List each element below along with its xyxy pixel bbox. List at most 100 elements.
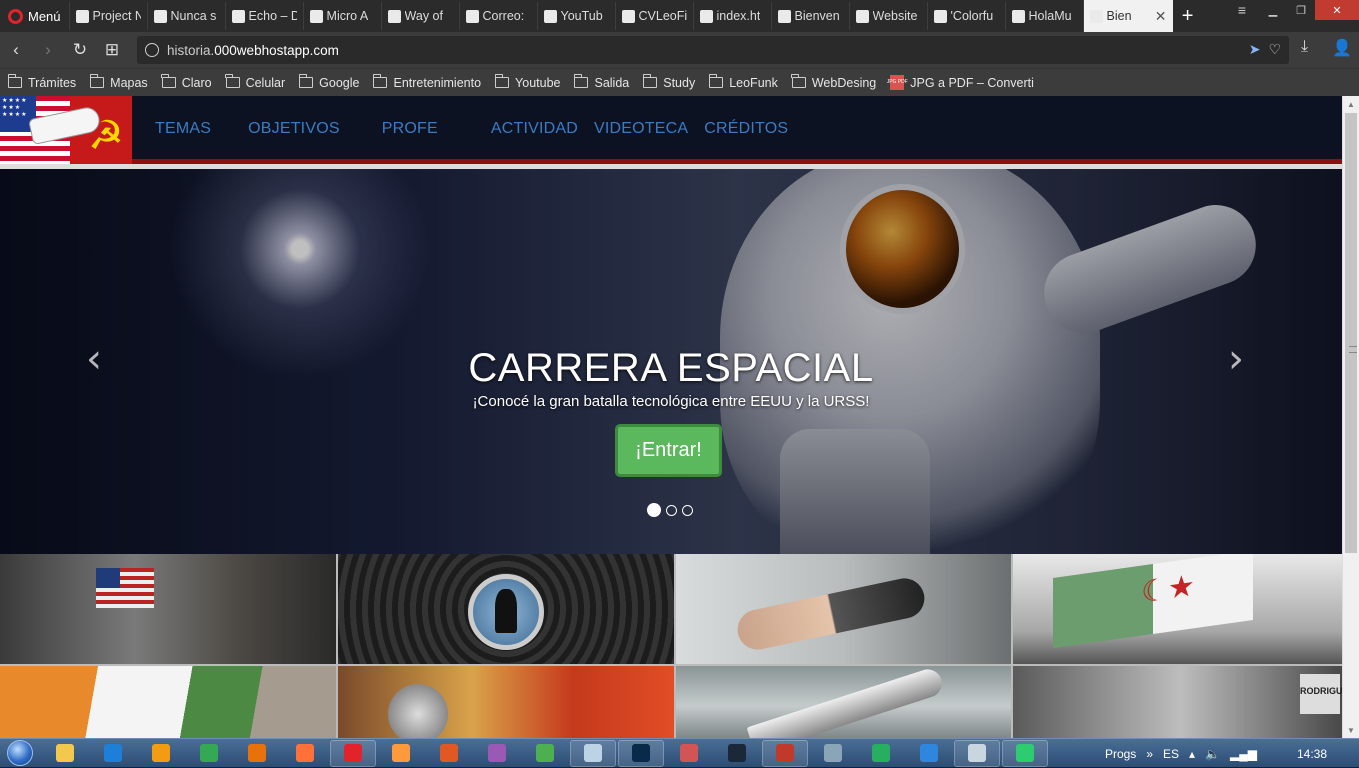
tab-8[interactable]: index.ht [692, 2, 771, 30]
taskbar-app-blue[interactable] [906, 740, 952, 767]
taskbar-media[interactable] [138, 740, 184, 767]
tab-3[interactable]: Micro A [302, 2, 381, 30]
clock[interactable]: 14:38 [1297, 747, 1327, 761]
topic-tile-vietnam[interactable] [338, 666, 674, 738]
carousel-dot-2[interactable] [666, 504, 677, 516]
taskbar-firefox-dev[interactable] [234, 740, 280, 767]
bookmark-3[interactable]: Celular [225, 74, 285, 90]
nav-link-temas[interactable]: TEMAS [155, 120, 211, 138]
back-button[interactable]: ‹ [0, 32, 32, 68]
taskbar-app-flag[interactable] [666, 740, 712, 767]
handshake-image [733, 574, 929, 654]
topic-image-grid: RODRIGU [0, 554, 1342, 738]
bookmark-11[interactable]: JPG PDF JPG a PDF – Converti [887, 75, 1034, 90]
progs-toolbar[interactable]: Progs [1105, 747, 1136, 761]
app-red-icon [440, 744, 458, 762]
site-logo[interactable]: ★★★★ ★★★ ★★★★ ☭ [0, 96, 132, 164]
scroll-up-icon[interactable]: ▲ [1343, 96, 1359, 112]
bookmark-0[interactable]: Trámites [7, 74, 76, 90]
opera-menu-button[interactable]: Menú [0, 0, 69, 32]
tab-10[interactable]: Website [848, 2, 927, 30]
tab-active[interactable]: Bien ✕ [1082, 0, 1173, 32]
nav-link-videoteca[interactable]: VIDEOTECA [594, 120, 688, 138]
page-scrollbar[interactable]: ▲ ▼ [1342, 96, 1359, 738]
forward-button[interactable]: › [32, 32, 64, 68]
tab-11[interactable]: 'Colorfu [926, 2, 1005, 30]
minimize-button[interactable]: ▁ [1259, 0, 1287, 20]
bookmark-6[interactable]: Youtube [494, 74, 560, 90]
taskbar-filezilla[interactable] [762, 739, 808, 767]
new-tab-button[interactable]: + [1173, 0, 1203, 32]
taskbar-app-red[interactable] [426, 740, 472, 767]
tab-9[interactable]: Bienven [770, 2, 849, 30]
taskbar-notepad[interactable] [570, 739, 616, 767]
bookmark-8[interactable]: Study [642, 74, 695, 90]
taskbar-steam[interactable] [714, 740, 760, 767]
tab-7[interactable]: CVLeoFi [614, 2, 693, 30]
tab-menu-icon[interactable]: ≡ [1225, 0, 1259, 20]
language-indicator[interactable]: ES [1163, 747, 1179, 761]
tab-6[interactable]: YouTub [536, 2, 615, 30]
bookmark-7[interactable]: Salida [574, 74, 629, 90]
topic-tile-robot-handshake[interactable] [676, 554, 1011, 664]
taskbar-opera[interactable] [330, 739, 376, 767]
reload-button[interactable]: ↻ [64, 32, 96, 68]
scroll-thumb[interactable] [1345, 113, 1357, 553]
carousel-dot-1[interactable] [647, 503, 661, 517]
bookmark-2[interactable]: Claro [161, 74, 212, 90]
topic-tile-algeria[interactable] [1013, 554, 1342, 664]
bookmark-10[interactable]: WebDesing [791, 74, 876, 90]
nav-link-profe[interactable]: PROFE [382, 120, 438, 138]
taskbar-app-green2[interactable] [1002, 739, 1048, 767]
taskbar-ie[interactable] [90, 740, 136, 767]
taskbar-app-doc[interactable] [810, 740, 856, 767]
account-icon[interactable]: 👤 [1332, 38, 1352, 58]
start-button[interactable] [0, 739, 40, 768]
taskbar-explorer[interactable] [42, 740, 88, 767]
tab-title: Way of [404, 9, 443, 23]
volume-icon[interactable]: 🔈 [1205, 747, 1220, 761]
url-field[interactable]: historia.000webhostapp.com ➤ ♡ [137, 36, 1289, 64]
taskbar-app-paint[interactable] [522, 740, 568, 767]
taskbar-app-purple[interactable] [474, 740, 520, 767]
topic-tile-moon-landing[interactable] [0, 554, 336, 664]
topic-tile-missile[interactable] [676, 666, 1011, 738]
bookmark-heart-icon[interactable]: ♡ [1268, 41, 1281, 58]
enter-button[interactable]: ¡Entrar! [615, 424, 722, 477]
tab-2[interactable]: Echo – D [224, 2, 303, 30]
topic-tile-cuba[interactable]: RODRIGU [1013, 666, 1342, 738]
close-window-button[interactable]: ✕ [1315, 0, 1359, 20]
toolbar-expand-icon[interactable]: » [1146, 747, 1153, 761]
topic-tile-espionage[interactable] [338, 554, 674, 664]
nav-link-objetivos[interactable]: OBJETIVOS [248, 120, 340, 138]
tab-close-icon[interactable]: ✕ [1155, 8, 1167, 25]
tab-5[interactable]: Correo: [458, 2, 537, 30]
tab-1[interactable]: Nunca s [146, 2, 225, 30]
speed-dial-grid-icon[interactable]: ⊞ [96, 32, 128, 68]
tab-0[interactable]: Project N [68, 2, 147, 30]
nav-link-créditos[interactable]: CRÉDITOS [704, 120, 788, 138]
tray-expand-icon[interactable]: ▴ [1189, 747, 1195, 761]
bookmark-5[interactable]: Entretenimiento [373, 74, 481, 90]
send-icon[interactable]: ➤ [1249, 41, 1261, 58]
maximize-button[interactable]: ❐ [1287, 0, 1315, 20]
tab-4[interactable]: Way of [380, 2, 459, 30]
bookmark-4[interactable]: Google [298, 74, 359, 90]
carousel-dot-3[interactable] [682, 504, 693, 516]
scroll-down-icon[interactable]: ▼ [1343, 722, 1359, 738]
network-icon[interactable]: ▂▄▆ [1230, 747, 1257, 761]
bookmark-1[interactable]: Mapas [89, 74, 148, 90]
taskbar-firefox[interactable] [282, 740, 328, 767]
bookmark-9[interactable]: LeoFunk [708, 74, 778, 90]
taskbar-app-green[interactable] [858, 740, 904, 767]
downloads-icon[interactable]: ⤓ [1301, 38, 1308, 56]
taskbar-app-img[interactable] [954, 739, 1000, 767]
taskbar-app-orange[interactable] [378, 740, 424, 767]
tab-12[interactable]: HolaMu [1004, 2, 1083, 30]
topic-tile-india[interactable] [0, 666, 336, 738]
street-sign: RODRIGU [1300, 674, 1342, 714]
taskbar-photoshop[interactable] [618, 739, 664, 767]
taskbar-chrome[interactable] [186, 740, 232, 767]
nav-link-actividad[interactable]: ACTIVIDAD [491, 120, 578, 138]
tab-title: Website [872, 9, 918, 23]
